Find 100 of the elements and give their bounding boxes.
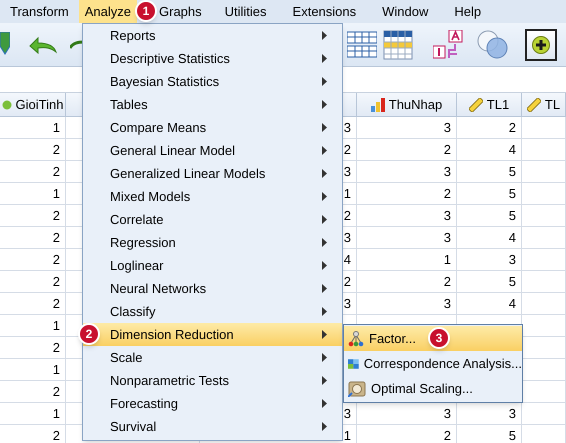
table-cell-text: 3 [344, 162, 351, 181]
table-cell-text: 3 [444, 118, 451, 137]
table-cell-text: 2 [444, 426, 451, 443]
table-cell-text: 5 [508, 272, 516, 291]
submenu-arrow-icon [322, 284, 327, 293]
menu-item[interactable]: Optimal Scaling... [344, 376, 522, 401]
table-cell-text: 3 [508, 404, 516, 423]
table-cell-text: 5 [508, 426, 516, 443]
table-cell-text: 3 [508, 250, 516, 269]
table-cell-text: 3 [444, 294, 451, 313]
table-cell-text: 2 [52, 206, 60, 225]
menu-item[interactable]: Mixed Models [83, 185, 342, 208]
table-cell-text: 2 [444, 184, 451, 203]
table-cell-text: 2 [52, 426, 60, 443]
menu-item[interactable]: Window [376, 0, 434, 23]
menu-item[interactable]: Utilities [218, 0, 273, 23]
menu-item[interactable]: Reports [83, 24, 342, 47]
table-cell-text: 2 [52, 294, 60, 313]
table-cell-text: 3 [444, 404, 451, 423]
scaling-icon [348, 380, 366, 396]
table-cell-text: 2 [52, 272, 60, 291]
submenu-arrow-icon [322, 31, 327, 40]
menu-item[interactable]: Bayesian Statistics [83, 70, 342, 93]
submenu-arrow-icon [322, 77, 327, 86]
menu-item[interactable]: Loglinear [83, 254, 342, 277]
menu-item[interactable]: Transform [4, 0, 75, 23]
submenu-arrow-icon [322, 54, 327, 63]
table-cell-text: 4 [344, 250, 351, 269]
menu-item[interactable]: Nonparametric Tests [83, 369, 342, 392]
table-cell-text: 1 [52, 316, 60, 335]
menu-item[interactable]: Descriptive Statistics [83, 47, 342, 70]
menu-item[interactable]: Classify [83, 300, 342, 323]
table-cell-text: 1 [52, 118, 60, 137]
table-cell-text: 5 [508, 206, 516, 225]
table-cell-text: 2 [444, 272, 451, 291]
menu-item[interactable]: Analyze [78, 0, 137, 23]
table-cell-text: 3 [444, 206, 451, 225]
table-cell-text: 2 [52, 250, 60, 269]
submenu-arrow-icon [322, 261, 327, 270]
table-icon[interactable] [347, 30, 377, 60]
menu-item[interactable]: Neural Networks [83, 277, 342, 300]
table-cell-text: 2 [52, 140, 60, 159]
table-cell-text: 2 [52, 228, 60, 247]
table-cell-text: 2 [344, 140, 351, 159]
table-cell-text: 3 [344, 404, 351, 423]
arrow-down-icon [0, 32, 10, 58]
value-labels-icon[interactable] [433, 30, 465, 60]
menu-item[interactable]: Tables [83, 93, 342, 116]
ruler-icon [526, 98, 541, 112]
menu-item[interactable]: Regression [83, 231, 342, 254]
submenu-arrow-icon [322, 192, 327, 201]
submenu-arrow-icon [322, 238, 327, 247]
menu-item[interactable]: General Linear Model [83, 139, 342, 162]
table-cell-text: 5 [508, 162, 516, 181]
menu-item[interactable]: Survival [83, 415, 342, 438]
menu-item[interactable]: Correlate [83, 208, 342, 231]
table-cell-text: 2 [508, 118, 516, 137]
add-button[interactable] [525, 28, 557, 60]
table-cell-text: 2 [52, 382, 60, 401]
submenu-arrow-icon [322, 330, 327, 339]
table-cell-text: 2 [52, 338, 60, 357]
submenu-arrow-icon [322, 100, 327, 109]
submenu-arrow-icon [322, 422, 327, 431]
menu-item[interactable]: Extensions [286, 0, 362, 23]
table-cell-text: 3 [444, 162, 451, 181]
table-cell-text: 1 [344, 426, 351, 443]
step-badge: 1 [135, 0, 157, 22]
menu-item[interactable]: Correspondence Analysis... [344, 351, 522, 376]
submenu-arrow-icon [322, 353, 327, 362]
table-cell-text: 3 [344, 118, 351, 137]
table-cell-text: 3 [444, 228, 451, 247]
plus-icon [532, 36, 550, 54]
table-cell-text: 2 [344, 206, 351, 225]
table-cell-text: 1 [344, 184, 351, 203]
table-cell-text: 1 [444, 250, 451, 269]
table-cell-text: 2 [344, 272, 351, 291]
submenu-arrow-icon [322, 376, 327, 385]
table-cell-text: 4 [508, 228, 516, 247]
table-cell-text: 1 [52, 184, 60, 203]
highlighted-table-icon[interactable] [383, 30, 413, 60]
submenu-arrow-icon [322, 169, 327, 178]
menu-item[interactable]: Help [448, 0, 488, 23]
table-cell-text: 1 [52, 404, 60, 423]
submenu-arrow-icon [322, 399, 327, 408]
table-cell-text: 1 [52, 360, 60, 379]
bar-chart-icon [370, 98, 385, 112]
overlapping-circles-icon[interactable] [477, 30, 509, 60]
ruler-icon [468, 98, 483, 112]
tree-nodes-icon [348, 330, 364, 346]
menu-item[interactable]: Generalized Linear Models [83, 162, 342, 185]
menu-item[interactable]: Compare Means [83, 116, 342, 139]
table-cell-text: 4 [508, 294, 516, 313]
submenu-arrow-icon [322, 146, 327, 155]
table-cell-text: 3 [344, 294, 351, 313]
menu-item[interactable]: Scale [83, 346, 342, 369]
table-cell-text: 2 [52, 162, 60, 181]
submenu-arrow-icon [322, 215, 327, 224]
menu-item[interactable]: Forecasting [83, 392, 342, 415]
table-cell-text: 5 [508, 184, 516, 203]
table-cell-text: 3 [344, 228, 351, 247]
